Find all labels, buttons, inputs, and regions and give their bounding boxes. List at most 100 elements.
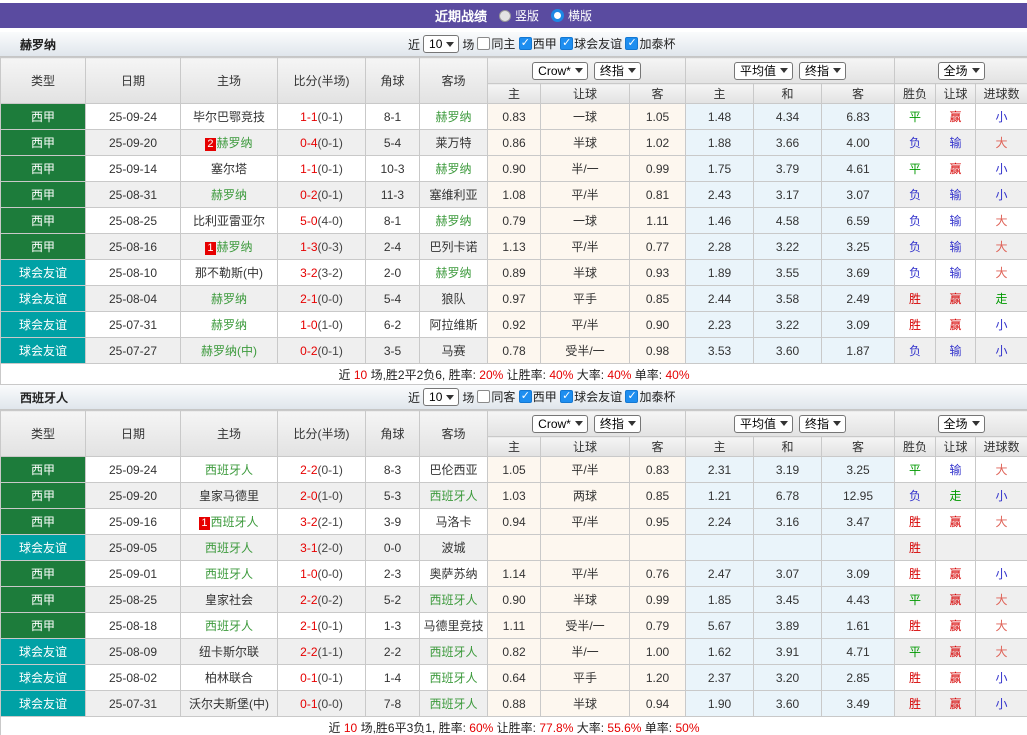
cell-home-team: 1西班牙人 xyxy=(181,509,278,535)
checkbox-icon[interactable] xyxy=(477,37,490,50)
cell-result-goals: 大 xyxy=(976,613,1027,639)
checkbox-icon[interactable] xyxy=(560,37,573,50)
scope-select[interactable]: 全场 xyxy=(938,415,985,433)
cell-result-wdl: 胜 xyxy=(895,535,936,561)
checkbox-icon[interactable] xyxy=(560,390,573,403)
games-label: 场 xyxy=(462,36,474,53)
cell-away-team: 巴列卡诺 xyxy=(420,234,488,260)
cell-result-handicap: 赢 xyxy=(936,104,976,130)
cell-competition-type: 球会友谊 xyxy=(1,691,86,717)
filter-controls: 近 10 场 同客 西甲 球会友谊 加泰杯 xyxy=(408,385,675,409)
cell-date: 25-08-04 xyxy=(86,286,181,312)
summary-segment: 单率: xyxy=(645,721,672,735)
cell-result-handicap: 输 xyxy=(936,182,976,208)
cell-result-wdl: 平 xyxy=(895,156,936,182)
cell-avg-home-odds: 1.89 xyxy=(686,260,754,286)
cell-result-wdl: 平 xyxy=(895,457,936,483)
cell-ah-away-odds: 0.76 xyxy=(630,561,686,587)
cell-date: 25-08-25 xyxy=(86,208,181,234)
layout-option-horizontal[interactable]: 横版 xyxy=(551,7,592,24)
cell-away-team: 莱万特 xyxy=(420,130,488,156)
filter-checkbox[interactable]: 同主 xyxy=(477,35,515,52)
cell-ah-home-odds: 0.79 xyxy=(488,208,541,234)
col-header-away: 客场 xyxy=(420,58,488,104)
cell-corners: 1-3 xyxy=(366,613,420,639)
cell-competition-type: 西甲 xyxy=(1,483,86,509)
cell-home-team: 西班牙人 xyxy=(181,561,278,587)
cell-ah-line: 半球 xyxy=(541,260,630,286)
cell-ah-line: 平手 xyxy=(541,665,630,691)
col-header-result-handicap: 让球 xyxy=(936,437,976,457)
summary-segment: 让胜率: xyxy=(497,721,536,735)
filter-checkbox[interactable]: 球会友谊 xyxy=(560,35,622,52)
cell-away-team: 西班牙人 xyxy=(420,639,488,665)
cell-result-goals: 小 xyxy=(976,104,1027,130)
cell-date: 25-07-31 xyxy=(86,691,181,717)
checkbox-icon[interactable] xyxy=(519,390,532,403)
cell-avg-draw-odds: 3.79 xyxy=(754,156,822,182)
avg-odds-select[interactable]: 平均值 xyxy=(734,415,793,433)
filter-checkbox[interactable]: 加泰杯 xyxy=(625,388,675,405)
cell-result-goals: 小 xyxy=(976,483,1027,509)
cell-competition-type: 西甲 xyxy=(1,613,86,639)
filter-checkbox[interactable]: 西甲 xyxy=(519,388,557,405)
cell-avg-away-odds: 3.07 xyxy=(822,182,895,208)
match-count-select[interactable]: 10 xyxy=(423,388,459,406)
filter-label: 球会友谊 xyxy=(574,388,622,405)
cell-home-team: 西班牙人 xyxy=(181,613,278,639)
filter-checkbox-group: 同主 西甲 球会友谊 加泰杯 xyxy=(477,35,675,53)
cell-avg-draw-odds: 3.60 xyxy=(754,691,822,717)
summary-segment: 大率: xyxy=(577,721,604,735)
cell-avg-home-odds: 1.88 xyxy=(686,130,754,156)
table-row: 西甲 25-08-16 1赫罗纳 1-3(0-3) 2-4 巴列卡诺 1.13 … xyxy=(1,234,1027,260)
scope-select[interactable]: 全场 xyxy=(938,62,985,80)
checkbox-icon[interactable] xyxy=(519,37,532,50)
cell-result-handicap xyxy=(936,535,976,561)
cell-avg-draw-odds: 3.60 xyxy=(754,338,822,364)
avg-time-select[interactable]: 终指 xyxy=(799,62,846,80)
cell-away-team: 塞维利亚 xyxy=(420,182,488,208)
summary-row: 近 10 场,胜6平3负1, 胜率: 60% 让胜率: 77.8% 大率: 55… xyxy=(1,717,1027,735)
cell-avg-draw-odds: 4.34 xyxy=(754,104,822,130)
cell-avg-away-odds: 3.09 xyxy=(822,561,895,587)
cell-corners: 8-1 xyxy=(366,104,420,130)
odds-time-select[interactable]: 终指 xyxy=(594,415,641,433)
cell-ah-away-odds: 1.00 xyxy=(630,639,686,665)
cell-ah-away-odds: 0.77 xyxy=(630,234,686,260)
cell-ah-away-odds: 0.85 xyxy=(630,483,686,509)
cell-result-goals: 大 xyxy=(976,639,1027,665)
cell-result-goals: 走 xyxy=(976,286,1027,312)
cell-score: 2-2(1-1) xyxy=(278,639,366,665)
cell-result-handicap: 输 xyxy=(936,260,976,286)
radio-unselected-icon[interactable] xyxy=(499,10,511,22)
checkbox-icon[interactable] xyxy=(625,37,638,50)
match-count-select[interactable]: 10 xyxy=(423,35,459,53)
cell-avg-away-odds: 12.95 xyxy=(822,483,895,509)
avg-odds-select[interactable]: 平均值 xyxy=(734,62,793,80)
radio-selected-icon[interactable] xyxy=(551,9,564,22)
odds-company-select[interactable]: Crow* xyxy=(532,62,588,80)
checkbox-icon[interactable] xyxy=(477,390,490,403)
checkbox-icon[interactable] xyxy=(625,390,638,403)
odds-company-select[interactable]: Crow* xyxy=(532,415,588,433)
cell-avg-away-odds: 3.25 xyxy=(822,234,895,260)
cell-away-team: 巴伦西亚 xyxy=(420,457,488,483)
cell-away-team: 赫罗纳 xyxy=(420,156,488,182)
col-header-home: 主场 xyxy=(181,411,278,457)
filter-checkbox[interactable]: 球会友谊 xyxy=(560,388,622,405)
filter-label: 西甲 xyxy=(533,388,557,405)
avg-time-select[interactable]: 终指 xyxy=(799,415,846,433)
cell-away-team: 赫罗纳 xyxy=(420,260,488,286)
near-label: 近 xyxy=(408,36,420,53)
cell-ah-home-odds: 0.78 xyxy=(488,338,541,364)
filter-checkbox[interactable]: 西甲 xyxy=(519,35,557,52)
cell-ah-away-odds: 0.94 xyxy=(630,691,686,717)
filter-checkbox[interactable]: 同客 xyxy=(477,388,515,405)
col-header-date: 日期 xyxy=(86,58,181,104)
filter-checkbox[interactable]: 加泰杯 xyxy=(625,35,675,52)
layout-option-vertical[interactable]: 竖版 xyxy=(499,7,539,24)
cell-result-goals: 小 xyxy=(976,338,1027,364)
odds-time-select[interactable]: 终指 xyxy=(594,62,641,80)
cell-competition-type: 西甲 xyxy=(1,509,86,535)
cell-corners: 3-9 xyxy=(366,509,420,535)
